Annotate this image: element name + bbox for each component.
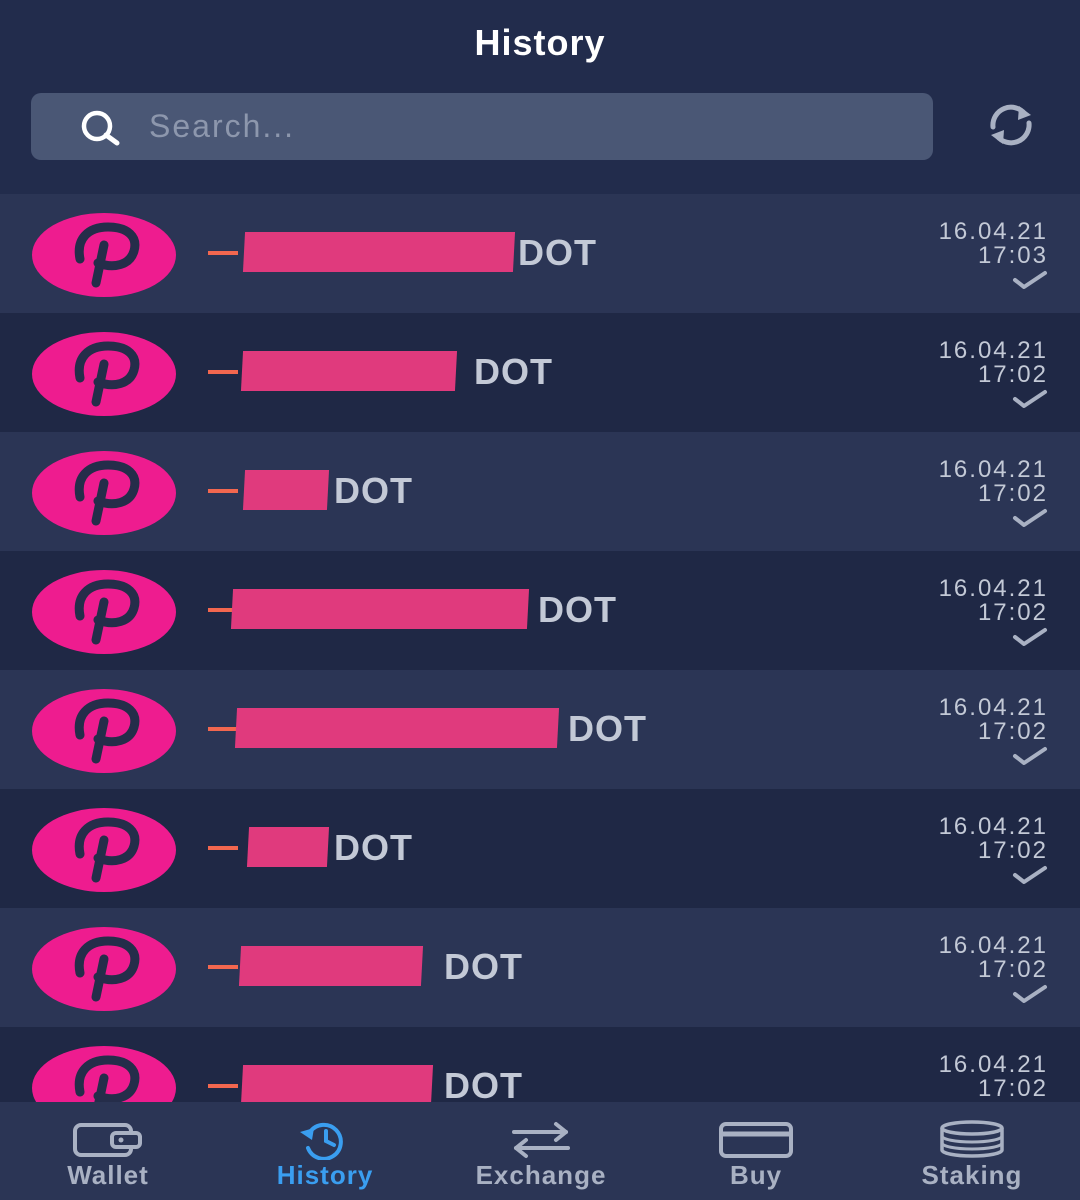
transaction-row[interactable]: DOT 16.04.21 17:02 — [0, 789, 1080, 908]
transaction-time: 17:02 — [977, 956, 1048, 983]
polkadot-icon — [32, 927, 176, 1011]
refresh-icon[interactable] — [983, 100, 1039, 150]
search-icon — [81, 110, 120, 146]
check-icon — [1013, 390, 1047, 408]
minus-sign — [208, 846, 238, 850]
ticker-label: DOT — [444, 946, 523, 987]
polkadot-icon — [32, 689, 176, 773]
check-icon — [1013, 509, 1047, 527]
check-icon — [1013, 628, 1047, 646]
minus-sign — [208, 489, 238, 493]
page-title: History — [474, 22, 606, 63]
minus-sign — [208, 1084, 238, 1088]
search-bar[interactable] — [31, 93, 933, 160]
exchange-icon — [512, 1122, 570, 1158]
nav-label-buy: Buy — [729, 1160, 783, 1190]
minus-sign — [208, 965, 238, 969]
history-icon — [300, 1122, 343, 1160]
nav-item-history[interactable]: History — [250, 1102, 400, 1200]
polkadot-icon — [32, 332, 176, 416]
header: History — [0, 0, 1080, 194]
redacted-amount — [240, 351, 458, 391]
polkadot-icon — [32, 1046, 176, 1102]
check-icon — [1013, 866, 1047, 884]
transaction-row[interactable]: DOT 16.04.21 17:02 — [0, 432, 1080, 551]
minus-sign — [208, 727, 238, 731]
minus-sign — [208, 251, 238, 255]
transaction-time: 17:02 — [977, 599, 1048, 626]
nav-label-staking: Staking — [921, 1160, 1023, 1190]
minus-sign — [208, 370, 238, 374]
transaction-row[interactable]: DOT 16.04.21 17:02 — [0, 908, 1080, 1027]
ticker-label: DOT — [334, 827, 413, 868]
redacted-amount — [230, 589, 530, 629]
transaction-time: 17:02 — [977, 718, 1048, 745]
polkadot-icon — [32, 570, 176, 654]
ticker-label: DOT — [538, 589, 617, 630]
transaction-row[interactable]: DOT 16.04.21 17:02 — [0, 670, 1080, 789]
polkadot-icon — [32, 213, 176, 297]
nav-item-buy[interactable]: Buy — [704, 1102, 808, 1200]
polkadot-icon — [32, 808, 176, 892]
redacted-amount — [238, 946, 424, 986]
transaction-row[interactable]: DOT 16.04.21 17:02 — [0, 551, 1080, 670]
card-icon — [719, 1122, 793, 1158]
transaction-list[interactable]: DOT 16.04.21 17:03 DOT 16.04.21 17:02 DO… — [0, 194, 1080, 1102]
polkadot-icon — [32, 451, 176, 535]
transaction-time: 17:03 — [977, 242, 1048, 269]
nav-item-staking[interactable]: Staking — [898, 1102, 1046, 1200]
nav-label-wallet: Wallet — [67, 1160, 149, 1190]
search-input[interactable] — [149, 93, 909, 160]
transaction-time: 17:02 — [977, 1075, 1048, 1102]
nav-item-exchange[interactable]: Exchange — [452, 1102, 630, 1200]
check-icon — [1013, 985, 1047, 1003]
redacted-amount — [242, 232, 516, 272]
redacted-amount — [242, 470, 330, 510]
redacted-amount — [246, 827, 330, 867]
redacted-amount — [240, 1065, 434, 1102]
transaction-row[interactable]: DOT 16.04.21 17:02 — [0, 1027, 1080, 1102]
transaction-time: 17:02 — [977, 480, 1048, 507]
transaction-time: 17:02 — [977, 837, 1048, 864]
ticker-label: DOT — [334, 470, 413, 511]
coins-stack-icon — [940, 1120, 1004, 1158]
ticker-label: DOT — [444, 1065, 523, 1102]
ticker-label: DOT — [474, 351, 553, 392]
redacted-amount — [234, 708, 560, 748]
ticker-label: DOT — [518, 232, 597, 273]
transaction-row[interactable]: DOT 16.04.21 17:03 — [0, 194, 1080, 313]
wallet-icon — [73, 1123, 142, 1157]
nav-label-exchange: Exchange — [475, 1160, 607, 1190]
transaction-time: 17:02 — [977, 361, 1048, 388]
ticker-label: DOT — [568, 708, 647, 749]
check-icon — [1013, 747, 1047, 765]
nav-label-history: History — [276, 1160, 374, 1190]
bottom-nav: Wallet History Exchange Buy Staking — [0, 1102, 1080, 1200]
check-icon — [1013, 271, 1047, 289]
transaction-row[interactable]: DOT 16.04.21 17:02 — [0, 313, 1080, 432]
nav-item-wallet[interactable]: Wallet — [40, 1102, 176, 1200]
